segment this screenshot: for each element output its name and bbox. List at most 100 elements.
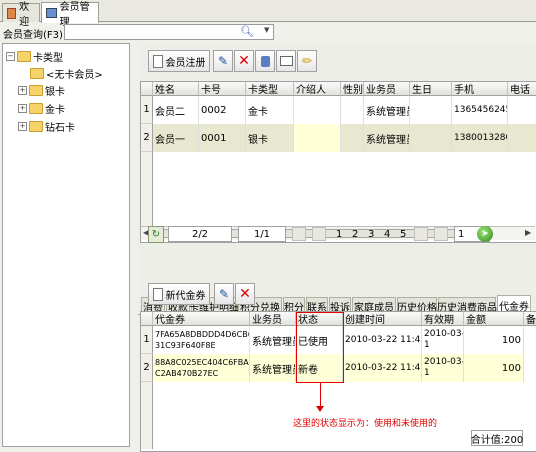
points-button[interactable]: ✏︎ (297, 50, 317, 72)
page-link-2[interactable]: 2 (352, 229, 358, 240)
referrer-cell[interactable] (294, 124, 341, 152)
card-button[interactable] (255, 50, 275, 72)
column-header[interactable]: 性别 (341, 82, 364, 96)
delete-icon: ✕ (239, 286, 251, 302)
tree-item-silver[interactable]: + 银卡 (18, 83, 65, 98)
expiry-cell[interactable]: 2010-03-3 1 (422, 354, 464, 382)
created-time-cell[interactable]: 2010-03-22 11:46:00 (343, 354, 422, 382)
column-header[interactable]: 有效期 (422, 312, 464, 326)
member-name-cell[interactable]: 会员二 (153, 96, 199, 124)
member-name-cell[interactable]: 会员一 (153, 124, 199, 152)
arrow-right-icon: ➤ (481, 229, 489, 239)
search-icon[interactable]: 🔍︎ (240, 25, 254, 38)
amount-cell[interactable]: 100 (464, 326, 524, 354)
column-header[interactable]: 电话 (508, 82, 536, 96)
column-header[interactable]: 卡类型 (246, 82, 294, 96)
collapse-icon[interactable]: − (6, 52, 15, 61)
tree-root-card-type[interactable]: − 卡类型 (6, 49, 63, 64)
phone-cell[interactable] (508, 124, 536, 152)
delete-voucher-button[interactable]: ✕ (235, 283, 255, 305)
folder-icon (29, 103, 43, 114)
delete-icon: ✕ (238, 53, 250, 69)
birthday-cell[interactable] (410, 124, 452, 152)
voucher-code-cell[interactable]: 7FA65A8DBDDD4D6CB66 31C93F640F8E (153, 326, 250, 354)
edit-voucher-button[interactable]: ✎ (214, 283, 234, 305)
column-header[interactable]: 姓名 (153, 82, 199, 96)
column-header[interactable]: 卡号 (199, 82, 246, 96)
chevron-down-icon[interactable]: ▼ (264, 26, 269, 34)
tree-item-gold[interactable]: + 金卡 (18, 101, 65, 116)
card-number-cell[interactable]: 0002 (199, 96, 246, 124)
gender-cell[interactable] (341, 96, 364, 124)
folder-icon (29, 121, 43, 132)
column-header[interactable]: 金额 (464, 312, 524, 326)
tree-item-no-card[interactable]: <无卡会员> (30, 66, 103, 81)
page-link-1[interactable]: 1 (336, 229, 342, 240)
tab-member-management[interactable]: 会员管理 (41, 2, 99, 28)
column-header[interactable]: 手机 (452, 82, 508, 96)
member-search-row: 会员查询(F3): 🔍︎ ▼ (0, 22, 536, 42)
birthday-cell[interactable] (410, 96, 452, 124)
pencil-icon: ✏︎ (301, 54, 313, 68)
row-indicator[interactable]: 1 (141, 96, 153, 124)
page-count-display: 2/2 (168, 226, 232, 242)
mobile-cell[interactable]: 13800132800 (452, 124, 508, 152)
row-header-strip (141, 382, 153, 449)
column-header[interactable]: 代金券 (153, 312, 250, 326)
salesperson-cell[interactable]: 系统管理员 (364, 96, 410, 124)
row-indicator[interactable]: 2 (141, 124, 153, 152)
gender-cell[interactable] (341, 124, 364, 152)
row-header-strip (141, 152, 153, 226)
salesperson-cell[interactable]: 系统管理员 (250, 326, 296, 354)
new-document-icon (152, 287, 163, 301)
page-link-5[interactable]: 5 (400, 229, 406, 240)
column-header[interactable]: 备 (524, 312, 536, 326)
next-page-button[interactable] (414, 227, 428, 241)
expand-icon[interactable]: + (18, 122, 27, 131)
column-header[interactable]: 创建时间 (343, 312, 422, 326)
expand-icon[interactable]: + (18, 104, 27, 113)
column-header[interactable]: 生日 (410, 82, 452, 96)
tree-item-diamond[interactable]: + 钻石卡 (18, 119, 75, 134)
salesperson-cell[interactable]: 系统管理员 (364, 124, 410, 152)
amount-cell[interactable]: 100 (464, 354, 524, 382)
prev-page-button[interactable] (312, 227, 326, 241)
card-number-cell[interactable]: 0001 (199, 124, 246, 152)
mobile-cell[interactable]: 13654562458 (452, 96, 508, 124)
salesperson-cell[interactable]: 系统管理员 (250, 354, 296, 382)
go-button[interactable]: ➤ (477, 226, 493, 242)
edit-icon: ✎ (217, 54, 229, 68)
referrer-cell[interactable] (294, 96, 341, 124)
member-card-icon (46, 8, 57, 18)
message-button[interactable] (276, 50, 296, 72)
row-indicator[interactable]: 1 (141, 326, 153, 354)
expand-icon[interactable]: + (18, 86, 27, 95)
phone-cell[interactable] (508, 96, 536, 124)
page-link-4[interactable]: 4 (384, 229, 390, 240)
column-header[interactable]: 介绍人 (294, 82, 341, 96)
folder-icon (30, 68, 44, 79)
window-tab-bar: 欢迎 会员管理 (0, 0, 536, 28)
expiry-cell[interactable]: 2010-03-3 1 (422, 326, 464, 354)
delete-button[interactable]: ✕ (234, 50, 254, 72)
page-link-3[interactable]: 3 (368, 229, 374, 240)
scroll-right-icon[interactable]: ▶ (525, 228, 531, 237)
column-header[interactable]: 业务员 (364, 82, 410, 96)
refresh-button[interactable]: ↻ (148, 226, 164, 243)
new-document-icon (152, 54, 163, 68)
new-voucher-button[interactable]: 新代金券 (148, 283, 210, 305)
tab-welcome[interactable]: 欢迎 (2, 2, 40, 28)
register-member-button[interactable]: 会员注册 (148, 50, 210, 72)
total-value: 合计值:200 (471, 430, 523, 446)
edit-button[interactable]: ✎ (213, 50, 233, 72)
envelope-icon (279, 56, 293, 66)
column-header[interactable]: 业务员 (250, 312, 296, 326)
row-indicator[interactable]: 2 (141, 354, 153, 382)
first-page-button[interactable] (292, 227, 306, 241)
card-type-cell[interactable]: 金卡 (246, 96, 294, 124)
current-page-display: 1/1 (238, 226, 286, 242)
created-time-cell[interactable]: 2010-03-22 11:46:00 (343, 326, 422, 354)
card-type-cell[interactable]: 银卡 (246, 124, 294, 152)
voucher-code-cell[interactable]: 88A8C025EC404C6FBA0 C2AB470B27EC (153, 354, 250, 382)
last-page-button[interactable] (434, 227, 448, 241)
